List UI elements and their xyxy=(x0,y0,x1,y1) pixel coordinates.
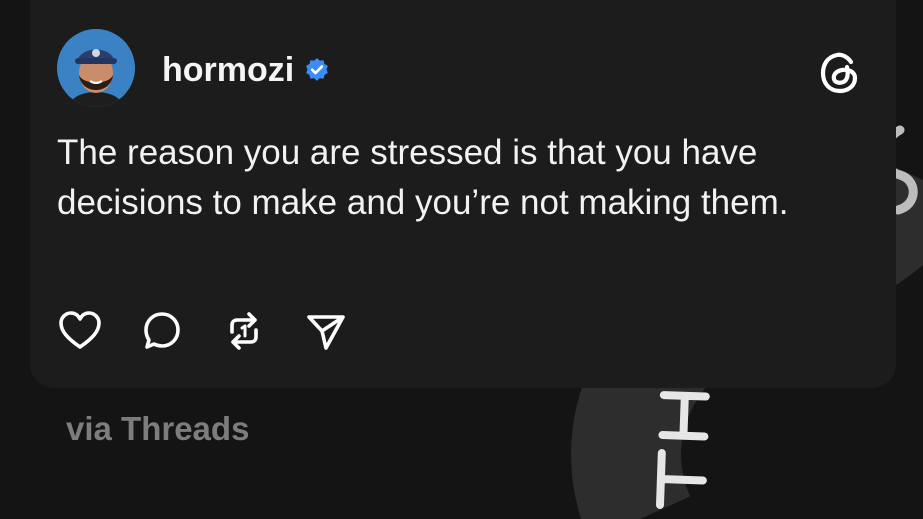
threads-logo-icon[interactable] xyxy=(815,48,865,98)
profile-photo xyxy=(57,29,135,107)
avatar[interactable] xyxy=(57,29,135,107)
username-row: hormozi xyxy=(162,50,330,90)
comment-icon[interactable] xyxy=(139,308,185,354)
source-caption: via Threads xyxy=(66,410,250,447)
heart-icon[interactable] xyxy=(57,308,103,354)
share-icon[interactable] xyxy=(303,308,349,354)
post-text: The reason you are stressed is that you … xyxy=(57,133,789,222)
repost-icon[interactable] xyxy=(221,308,267,354)
username[interactable]: hormozi xyxy=(162,51,294,90)
post-actions xyxy=(57,308,349,354)
verified-badge-icon xyxy=(306,58,329,81)
